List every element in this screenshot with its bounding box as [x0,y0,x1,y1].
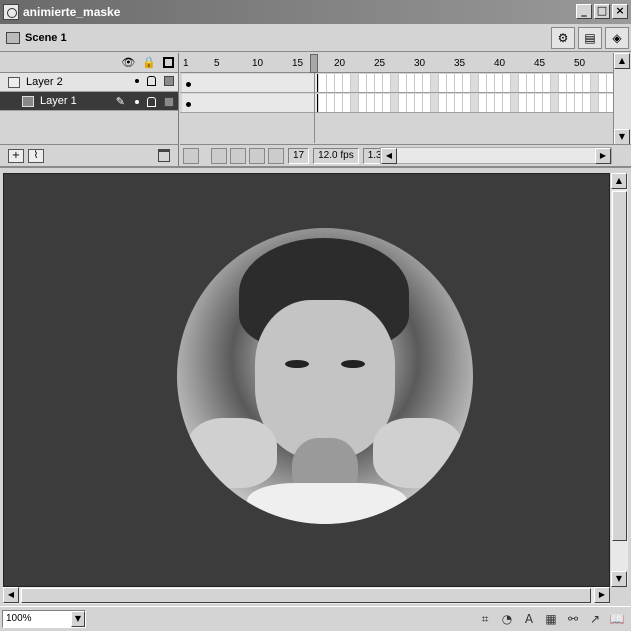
guide-icon: ⌇ [33,149,39,161]
ruler-label: 1 [183,58,189,69]
zoom-value: 100% [6,613,32,624]
edit-multiple-frames-button[interactable] [249,147,265,164]
scroll-down-arrow[interactable]: ▼ [611,571,627,587]
current-frame: 17 [288,147,310,164]
timeline-vertical-scrollbar[interactable]: ▲ ▼ [613,53,631,145]
frame-row-layer-2[interactable] [180,74,613,93]
library-icon[interactable]: 📖 [609,611,625,627]
chevron-down-icon[interactable]: ▼ [71,611,85,627]
shapes-icon: ◈ [612,31,622,45]
scene-tools: ⚙ ▤ ◈ [551,27,629,49]
scroll-up-arrow[interactable]: ▲ [611,173,627,189]
info-panel-icon[interactable]: ⌗ [477,611,493,627]
keyframe[interactable] [186,82,191,87]
window-title: animierte_maske [23,5,121,19]
add-guide-layer-button[interactable]: ⌇ [28,148,44,163]
onion-skin-button[interactable] [211,147,227,164]
scroll-right-arrow[interactable]: ▶ [594,587,610,603]
outline-color-swatch[interactable] [164,96,174,107]
clapper-icon: ⚙ [557,31,569,45]
modify-onion-markers-button[interactable] [268,147,284,164]
frames-panel: 1 5 10 15 20 25 30 35 40 45 50 ▲ ▼ 17 12… [180,53,631,166]
masked-photo[interactable] [177,228,473,524]
layer-name: Layer 2 [26,76,63,88]
actions-icon[interactable]: ↗ [587,611,603,627]
layer-row-layer-2[interactable]: Layer 2 [0,73,178,92]
mask-layer-icon [8,76,20,88]
frame-row-layer-1[interactable] [180,94,613,113]
masked-layer-icon [22,95,34,107]
lock-icon[interactable] [147,96,156,107]
scroll-thumb[interactable] [612,191,627,541]
scroll-down-arrow[interactable]: ▼ [614,129,630,145]
scroll-left-arrow[interactable]: ◀ [3,587,19,603]
edit-scene-button[interactable]: ⚙ [551,27,575,49]
visibility-dot[interactable] [135,79,139,83]
ruler-label: 35 [454,58,466,69]
add-layer-button[interactable]: + [8,148,24,163]
frame-rate: 12.0 fps [313,147,359,164]
scene-bar: Scene 1 ⚙ ▤ ◈ [0,24,631,52]
status-bar: 100% ▼ ⌗ ◔ A ▦ ⚯ ↗ 📖 [0,606,631,631]
center-frame-button[interactable] [183,147,199,164]
layer-row-layer-1[interactable]: Layer 1 ✎ [0,92,178,111]
scroll-left-arrow[interactable]: ◀ [381,148,397,164]
scroll-up-arrow[interactable]: ▲ [614,53,630,69]
text-tool-icon[interactable]: A [521,611,537,627]
playhead-line [314,73,315,143]
visibility-dot[interactable] [135,99,139,104]
stage-canvas[interactable] [3,173,610,587]
ruler-label: 45 [534,58,546,69]
stage-horizontal-scrollbar[interactable]: ◀ ▶ [3,587,610,604]
stage-vertical-scrollbar[interactable]: ▲ ▼ [611,173,628,587]
pencil-crossed-icon: ✎ [115,95,125,108]
view-options-button[interactable]: ◈ [605,27,629,49]
outline-color-swatch[interactable] [164,76,174,86]
movie-explorer-icon[interactable]: ⚯ [565,611,581,627]
eye-icon[interactable]: 👁 [121,56,135,69]
minimize-button[interactable]: _ [576,4,592,19]
layer-header: 👁 🔒 [0,53,178,73]
add-layer-icon: + [11,149,21,161]
edit-symbols-button[interactable]: ▤ [578,27,602,49]
zoom-select[interactable]: 100% ▼ [2,610,86,628]
layers-panel: 👁 🔒 Layer 2 Layer 1 ✎ + ⌇ [0,53,179,166]
lock-icon[interactable] [147,76,156,86]
scroll-right-arrow[interactable]: ▶ [595,148,611,164]
document-icon [3,4,19,20]
timeline-panel: 👁 🔒 Layer 2 Layer 1 ✎ + ⌇ 1 5 10 15 20 2… [0,53,631,168]
delete-layer-icon[interactable] [158,149,170,162]
components-icon[interactable]: ▦ [543,611,559,627]
timeline-status-bar: 17 12.0 fps 1.3s ◀ ▶ [180,144,631,166]
color-mixer-icon[interactable]: ◔ [499,611,515,627]
empty-frames-area [180,113,613,144]
frame-ruler[interactable]: 1 5 10 15 20 25 30 35 40 45 50 [180,53,613,73]
layer-footer: + ⌇ [0,144,178,166]
timeline-horizontal-scrollbar[interactable]: ◀ ▶ [380,147,612,164]
lock-icon[interactable]: 🔒 [142,56,156,69]
scene-icon [6,31,20,44]
ruler-label: 40 [494,58,506,69]
keyframe[interactable] [186,102,191,107]
ruler-label: 20 [334,58,346,69]
window-controls: _ □ × [576,4,628,19]
onion-outline-button[interactable] [230,147,246,164]
ruler-label: 25 [374,58,386,69]
stage-panel: ▲ ▼ ◀ ▶ [0,170,631,606]
ruler-label: 10 [252,58,264,69]
ruler-label: 5 [214,58,220,69]
launcher-bar: ⌗ ◔ A ▦ ⚯ ↗ 📖 [477,611,625,627]
ruler-label: 15 [292,58,304,69]
symbols-icon: ▤ [584,31,596,45]
maximize-button[interactable]: □ [594,4,610,19]
scroll-thumb[interactable] [21,588,591,603]
scene-label[interactable]: Scene 1 [25,32,67,44]
playhead[interactable] [310,54,318,73]
close-button[interactable]: × [612,4,628,19]
ruler-label: 50 [574,58,586,69]
ruler-label: 30 [414,58,426,69]
layer-name: Layer 1 [40,95,77,107]
window-titlebar: animierte_maske _ □ × [0,0,631,24]
outline-icon[interactable] [163,57,174,68]
